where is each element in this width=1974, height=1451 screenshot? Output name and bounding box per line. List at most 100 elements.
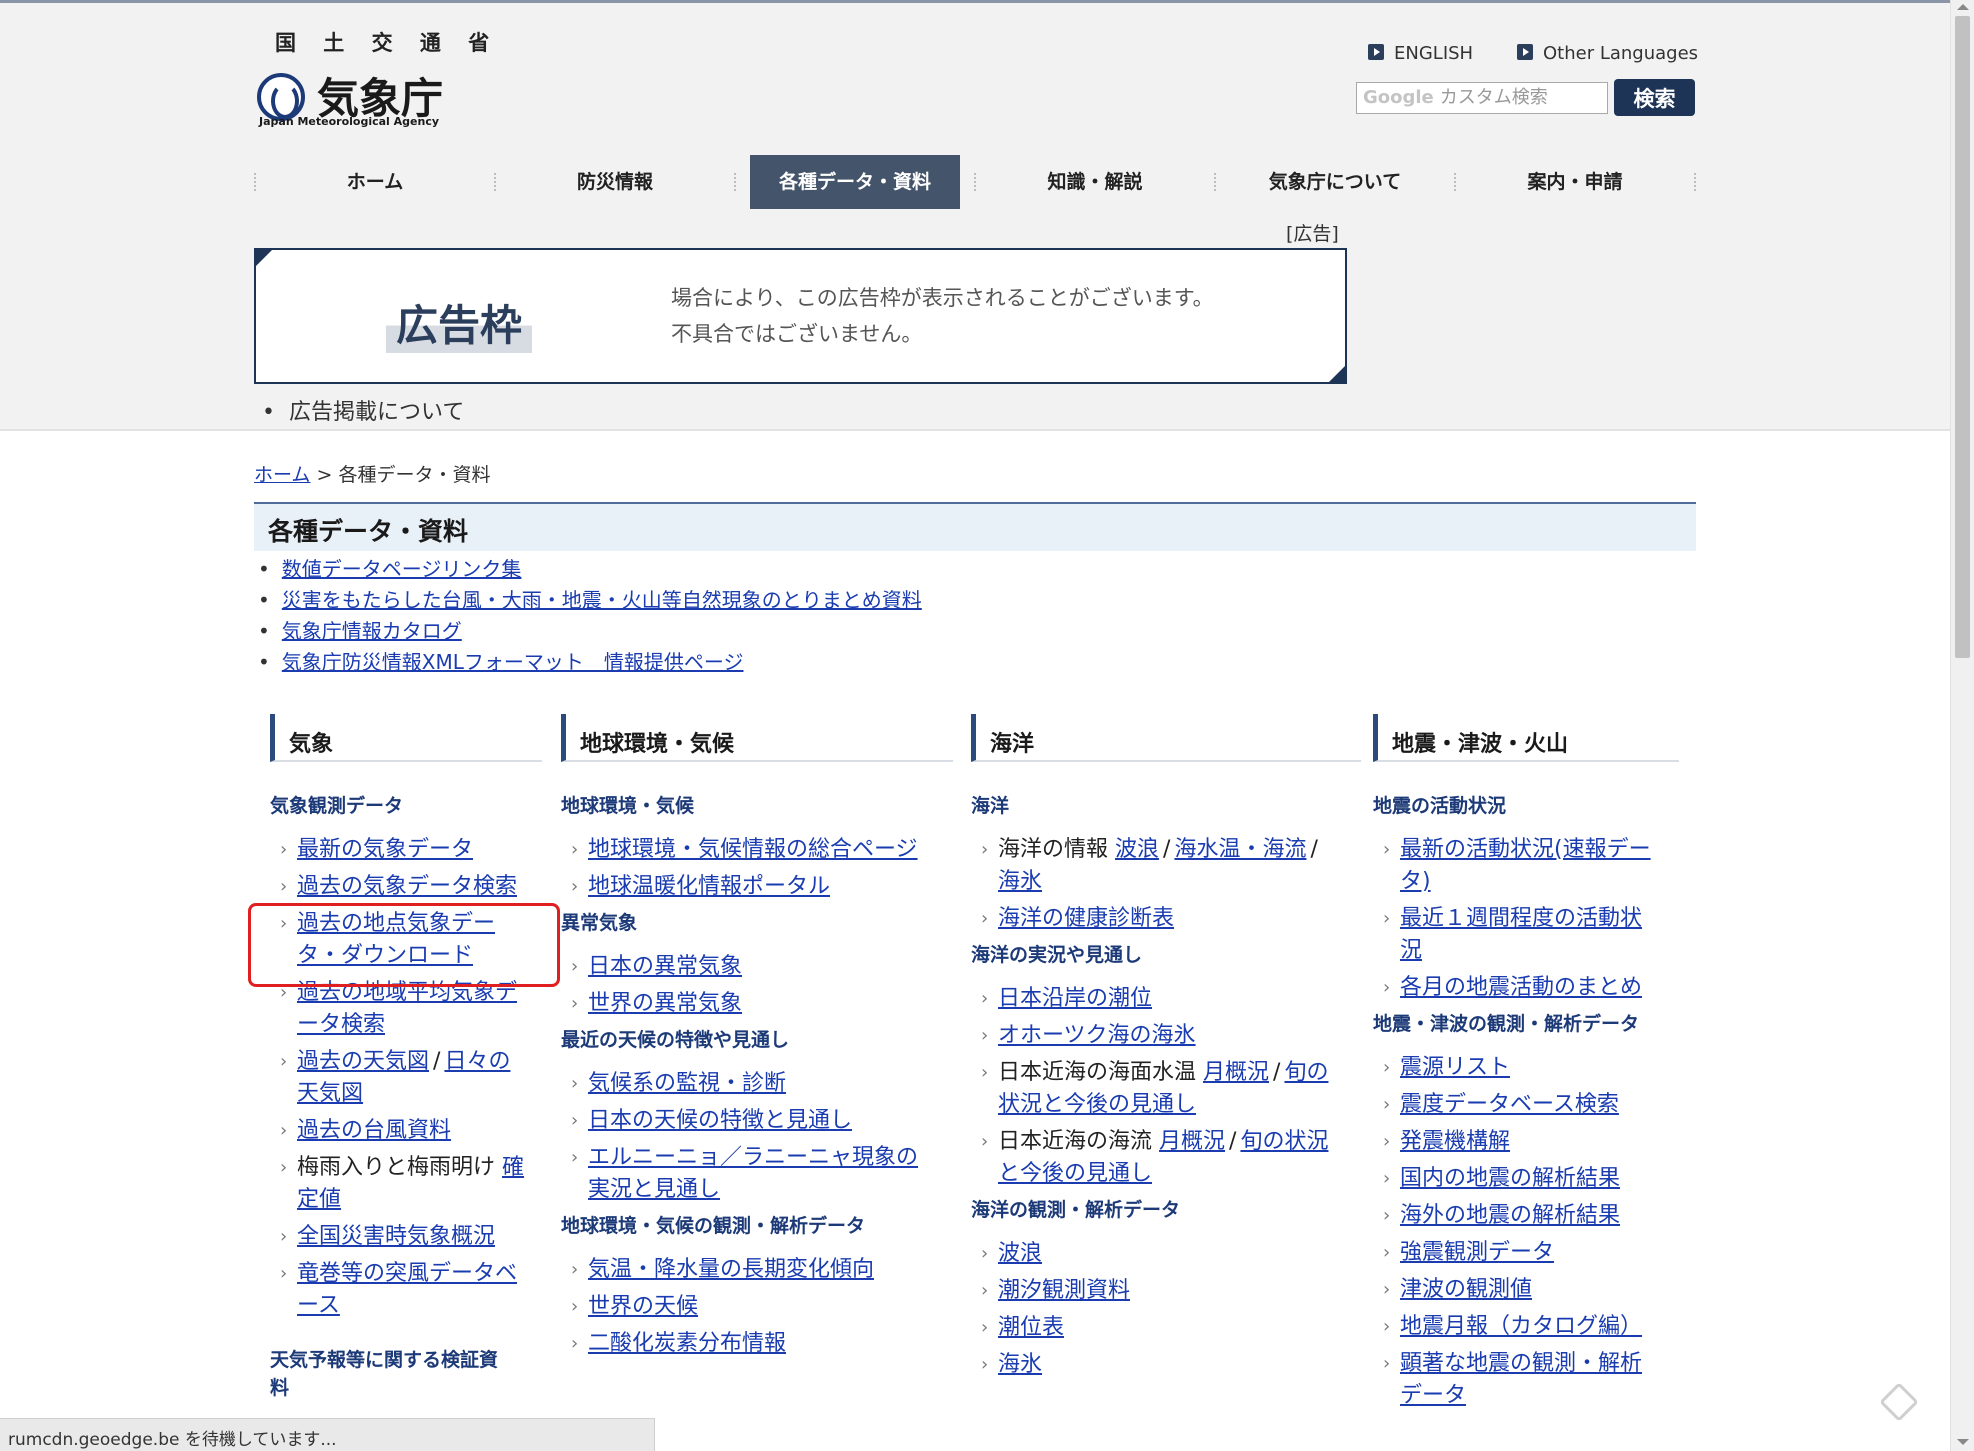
link[interactable]: 潮汐観測資料 [998,1278,1130,1303]
link[interactable]: 震度データベース検索 [1400,1092,1619,1117]
list-item: 過去の台風資料 [270,1115,542,1147]
top-link[interactable]: 気象庁防災情報XMLフォーマット 情報提供ページ [282,650,744,674]
list-item: 日本近海の海面水温 月概況/旬の状況と今後の見通し [971,1057,1361,1121]
list-item: 潮位表 [971,1312,1361,1344]
breadcrumb-sep: > [310,464,339,486]
link[interactable]: 海洋の健康診断表 [998,906,1174,931]
separator: / [1229,1129,1237,1154]
link[interactable]: エルニーニョ／ラニーニャ現象の 実況と見通し [588,1145,918,1202]
link[interactable]: 海外の地震の解析結果 [1400,1203,1620,1228]
list-item: 震度データベース検索 [1373,1089,1679,1121]
link[interactable]: 地球環境・気候情報の総合ページ [588,837,918,862]
link-list: 海洋の情報 波浪/海水温・海流/海氷 海洋の健康診断表 [971,834,1361,935]
link[interactable]: 日本沿岸の潮位 [998,986,1152,1011]
link[interactable]: オホーツク海の海氷 [998,1023,1196,1048]
nav-guide[interactable]: 案内・申請 [1456,155,1694,209]
breadcrumb-home[interactable]: ホーム [254,464,310,486]
link[interactable]: 世界の異常気象 [588,991,742,1016]
link[interactable]: 竜巻等の突風データベ ース [297,1261,517,1318]
link[interactable]: 地震月報（カタログ編） [1400,1314,1642,1339]
link[interactable]: 日本の異常気象 [588,954,742,979]
list-item: 最近１週間程度の活動状況 [1373,903,1679,967]
list-item: 顕著な地震の観測・解析データ [1373,1348,1679,1412]
link[interactable]: 旬の [1284,1060,1328,1085]
top-link[interactable]: 災害をもたらした台風・大雨・地震・火山等自然現象のとりまとめ資料 [282,588,922,612]
nav-data[interactable]: 各種データ・資料 [736,155,974,209]
link[interactable]: 過去の天気図 [297,1049,429,1074]
list-item: 強震観測データ [1373,1237,1679,1269]
list-item: エルニーニョ／ラニーニャ現象の実況と見通し [561,1142,953,1206]
search-input[interactable]: Google カスタム検索 [1356,82,1608,114]
link[interactable]: と今後の見通し [998,1161,1152,1186]
link[interactable]: 旬の状況 [1240,1129,1328,1154]
other-languages-link[interactable]: Other Languages [1517,43,1698,64]
section-title: 異常気象 [561,912,638,934]
link[interactable]: 国内の地震の解析結果 [1400,1166,1620,1191]
page-corner-icon[interactable] [1879,1382,1919,1422]
scroll-thumb[interactable] [1955,16,1970,658]
nav-disaster-info[interactable]: 防災情報 [496,155,734,209]
list-item: 海洋の情報 波浪/海水温・海流/海氷 [971,834,1361,898]
link[interactable]: 最新の活動状況(速報デー タ) [1400,837,1651,894]
link[interactable]: 津波の観測値 [1400,1277,1532,1302]
link[interactable]: 強震観測データ [1400,1240,1554,1265]
link[interactable]: 顕著な地震の観測・解析 データ [1400,1351,1642,1408]
link[interactable]: 過去の台風資料 [297,1118,451,1143]
link[interactable]: 二酸化炭素分布情報 [588,1331,786,1356]
column-ocean: 海洋 海洋 海洋の情報 波浪/海水温・海流/海氷 海洋の健康診断表 海洋の実況や… [971,714,1361,1386]
list-item: 過去の天気図/日々の天気図 [270,1046,542,1110]
link[interactable]: 震源リスト [1400,1055,1510,1080]
list-item: 気候系の監視・診断 [561,1068,953,1100]
column-heading: 地震・津波・火山 [1373,714,1679,762]
arrow-right-icon [1368,44,1384,60]
top-link[interactable]: 数値データページリンク集 [282,557,522,581]
link[interactable]: 気候系の監視・診断 [588,1071,786,1096]
link[interactable]: 過去の気象データ検索 [297,874,517,899]
nav-home[interactable]: ホーム [256,155,494,209]
list-item: 最新の気象データ [270,834,542,866]
link[interactable]: 波浪 [998,1241,1042,1266]
nav-knowledge[interactable]: 知識・解説 [976,155,1214,209]
list-item: 過去の気象データ検索 [270,871,542,903]
english-link[interactable]: ENGLISH [1368,43,1473,64]
section-title: 気象観測データ [270,795,404,817]
link[interactable]: 海氷 [998,1352,1042,1377]
link[interactable]: 過去の地域平均気象デ ータ検索 [297,980,517,1037]
item-text: 海洋の情報 [998,837,1109,862]
link[interactable]: 最近１週間程度の活動状況 [1400,906,1642,963]
link[interactable]: 海氷 [998,869,1042,894]
separator: / [1273,1060,1281,1085]
search-button[interactable]: 検索 [1614,79,1695,116]
list-item: 数値データページリンク集 [258,554,922,585]
link[interactable]: 潮位表 [998,1315,1064,1340]
link[interactable]: 各月の地震活動のまとめ [1400,975,1642,1000]
link[interactable]: 地球温暖化情報ポータル [588,874,830,899]
link[interactable]: 確 [502,1155,524,1180]
link[interactable]: 気温・降水量の長期変化傾向 [588,1257,874,1282]
nav-about[interactable]: 気象庁について [1216,155,1454,209]
ad-title: 広告枠 [386,292,533,353]
top-link[interactable]: 気象庁情報カタログ [282,619,462,643]
link[interactable]: 海水温・海流 [1174,837,1306,862]
link[interactable]: 発震機構解 [1400,1129,1510,1154]
jma-logo[interactable]: 国 土 交 通 省 気象庁 Japan Meteorological Agenc… [257,27,489,139]
ad-banner[interactable]: 広告枠 場合により、この広告枠が表示されることがございます。 不具合ではございま… [254,248,1347,384]
link[interactable]: 世界の天候 [588,1294,698,1319]
top-links: 数値データページリンク集 災害をもたらした台風・大雨・地震・火山等自然現象のとり… [258,554,922,678]
ad-tag: [広告] [1286,223,1339,245]
link[interactable]: 波浪 [1115,837,1159,862]
scroll-down-icon[interactable] [1957,1439,1969,1445]
link[interactable]: 月概況 [1159,1129,1225,1154]
scroll-up-icon[interactable] [1957,4,1969,10]
link[interactable]: 最新の気象データ [297,837,473,862]
link[interactable]: 天気図 [297,1081,363,1106]
link[interactable]: 定値 [297,1187,341,1212]
link[interactable]: 全国災害時気象概況 [297,1224,495,1249]
vertical-scrollbar[interactable] [1950,0,1974,1451]
link[interactable]: 状況と今後の見通し [998,1092,1196,1117]
link[interactable]: 月概況 [1203,1060,1269,1085]
list-item: 波浪 [971,1238,1361,1270]
link[interactable]: 日本の天候の特徴と見通し [588,1108,852,1133]
ad-about-link[interactable]: 広告掲載について [262,394,464,426]
link[interactable]: 日々の [444,1049,510,1074]
